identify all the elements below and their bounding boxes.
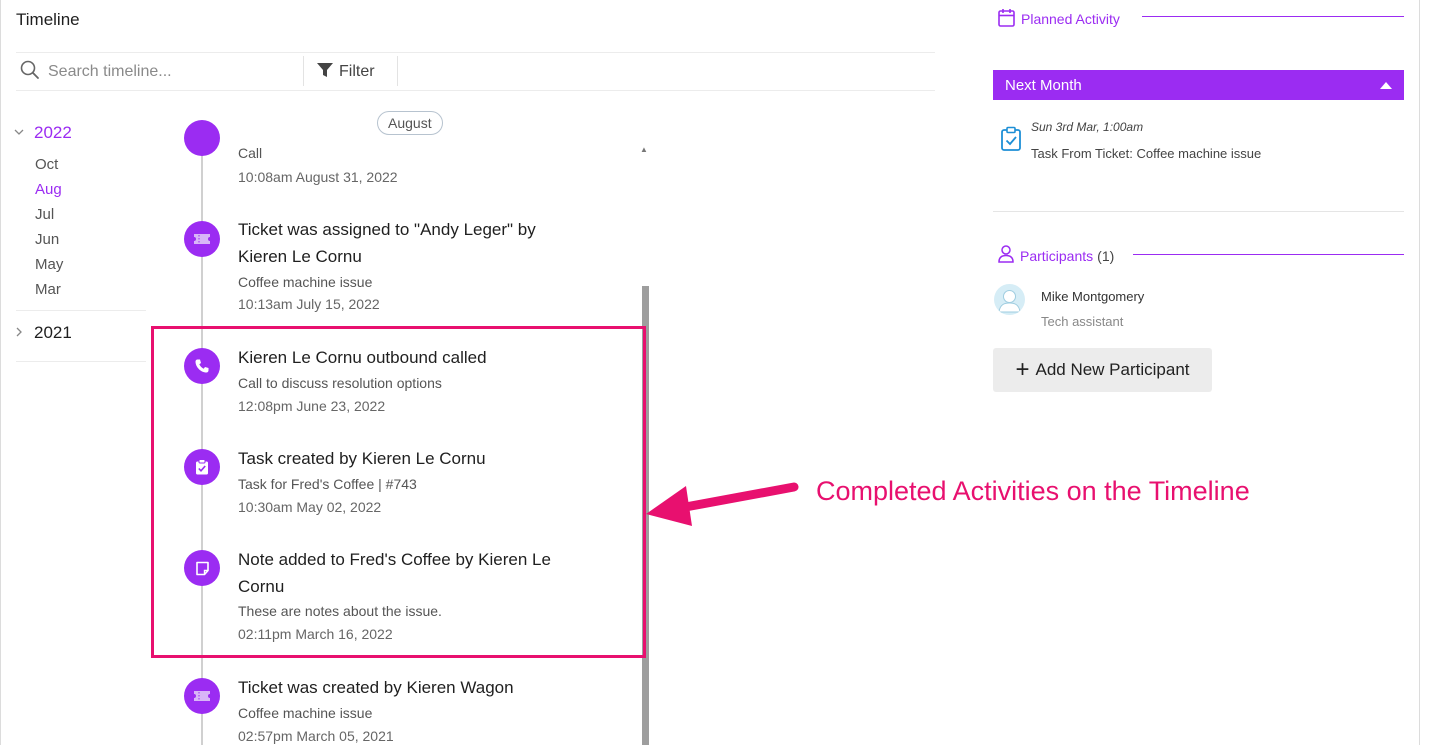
calendar-icon bbox=[998, 8, 1015, 30]
planned-activity-label: Planned Activity bbox=[1021, 11, 1120, 27]
phone-icon bbox=[184, 120, 220, 156]
toolbar-separator bbox=[397, 56, 398, 86]
month-item-mar[interactable]: Mar bbox=[35, 277, 63, 302]
toolbar-divider-top bbox=[16, 52, 935, 53]
year-divider bbox=[16, 310, 146, 311]
search-icon bbox=[20, 60, 40, 85]
user-icon bbox=[998, 245, 1014, 266]
plus-icon: + bbox=[1015, 356, 1030, 383]
avatar bbox=[994, 284, 1025, 315]
participant-role: Tech assistant bbox=[1041, 314, 1124, 329]
participant-name[interactable]: Mike Montgomery bbox=[1041, 289, 1144, 304]
next-month-group-header[interactable]: Next Month bbox=[993, 70, 1404, 100]
year-label: 2021 bbox=[34, 323, 72, 342]
filter-button[interactable]: Filter bbox=[316, 60, 375, 84]
scroll-up-icon[interactable]: ▲ bbox=[640, 145, 648, 154]
heading-rule bbox=[1142, 16, 1404, 17]
chevron-right-icon bbox=[14, 327, 28, 340]
month-item-jun[interactable]: Jun bbox=[35, 227, 63, 252]
month-pill: August bbox=[377, 111, 443, 135]
participants-heading: Participants (1) bbox=[998, 245, 1114, 266]
search-input[interactable] bbox=[48, 63, 288, 81]
frame-left-border bbox=[0, 0, 1, 745]
month-item-may[interactable]: May bbox=[35, 252, 63, 277]
annotation-text: Completed Activities on the Timeline bbox=[816, 476, 1250, 506]
filter-label: Filter bbox=[339, 63, 375, 80]
event-time: 10:13am July 15, 2022 bbox=[238, 296, 380, 312]
month-item-oct[interactable]: Oct bbox=[35, 152, 63, 177]
month-item-jul[interactable]: Jul bbox=[35, 202, 63, 227]
toolbar-divider-bottom bbox=[16, 90, 935, 91]
event-subtitle: Coffee machine issue bbox=[238, 705, 373, 721]
annotation-arrow-icon bbox=[640, 470, 800, 535]
ticket-icon bbox=[184, 221, 220, 257]
event-subtitle: Call bbox=[238, 145, 263, 161]
event-title: Ticket was created by Kieren Wagon bbox=[238, 678, 514, 697]
add-participant-button[interactable]: + Add New Participant bbox=[993, 348, 1212, 392]
event-time: 02:57pm March 05, 2021 bbox=[238, 728, 394, 744]
month-item-aug[interactable]: Aug bbox=[35, 177, 63, 202]
event-subtitle: Coffee machine issue bbox=[238, 274, 373, 290]
event-time: 10:08am August 31, 2022 bbox=[238, 169, 398, 185]
month-list: Oct Aug Jul Jun May Mar bbox=[35, 152, 63, 302]
year-divider bbox=[16, 361, 146, 362]
highlight-box bbox=[151, 326, 646, 658]
frame-right-border bbox=[1419, 0, 1420, 745]
participants-count: (1) bbox=[1097, 247, 1115, 264]
event-title: Ticket was assigned to "Andy Leger" by K… bbox=[238, 220, 536, 266]
timeline-title: Timeline bbox=[16, 10, 80, 29]
participants-label: Participants bbox=[1020, 247, 1094, 264]
heading-rule bbox=[1133, 254, 1404, 255]
planned-activity-heading: Planned Activity bbox=[998, 8, 1120, 30]
year-label: 2022 bbox=[34, 123, 72, 142]
next-month-label: Next Month bbox=[1005, 76, 1082, 94]
year-2021-toggle[interactable]: 2021 bbox=[14, 323, 72, 343]
year-2022-toggle[interactable]: 2022 bbox=[14, 123, 72, 143]
planned-activity-date: Sun 3rd Mar, 1:00am bbox=[1031, 120, 1144, 134]
planned-activity-title[interactable]: Task From Ticket: Coffee machine issue bbox=[1031, 146, 1261, 161]
chevron-down-icon bbox=[14, 127, 28, 140]
clipboard-check-icon bbox=[1000, 126, 1022, 157]
section-divider bbox=[993, 211, 1404, 212]
ticket-icon bbox=[184, 678, 220, 714]
add-participant-label: Add New Participant bbox=[1035, 360, 1190, 379]
search-bar[interactable] bbox=[20, 60, 300, 84]
filter-icon bbox=[316, 61, 334, 84]
collapse-triangle-icon bbox=[1380, 81, 1392, 89]
toolbar-separator bbox=[303, 56, 304, 86]
